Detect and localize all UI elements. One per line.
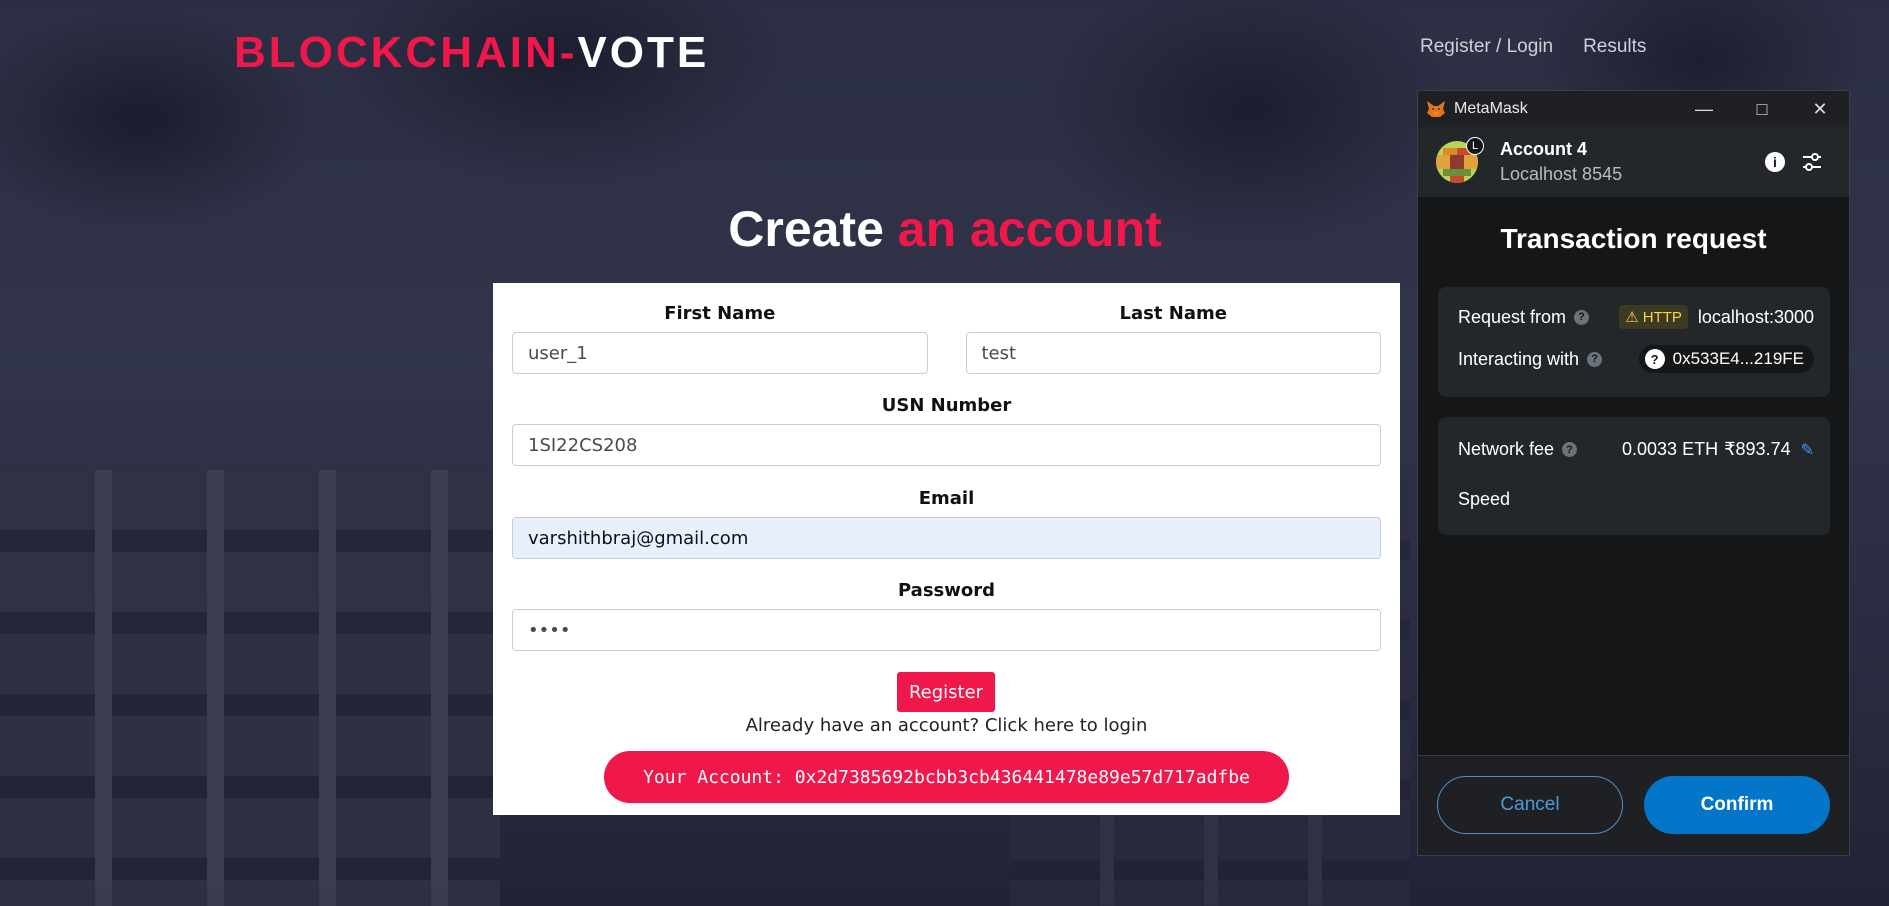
page-title-accent: an account (897, 201, 1162, 257)
login-link[interactable]: Already have an account? Click here to l… (493, 715, 1400, 736)
email-label: Email (918, 488, 975, 509)
network-fee-eth: 0.0033 ETH (1622, 439, 1719, 459)
transaction-request-heading: Transaction request (1500, 223, 1767, 254)
warning-icon: ⚠ (1625, 309, 1639, 326)
close-icon[interactable]: ✕ (1791, 91, 1849, 127)
password-group: Password (512, 580, 1381, 651)
password-label: Password (897, 580, 996, 601)
maximize-icon[interactable]: □ (1733, 91, 1791, 127)
interacting-with-row: Interacting with ? ? 0x533E4...219FE (1458, 345, 1814, 373)
top-nav: Register / Login Results (1420, 36, 1646, 58)
account-address-badge: Your Account: 0x2d7385692bcbb3cb43644147… (604, 751, 1289, 803)
first-name-input[interactable] (512, 332, 928, 374)
logo-part-vote: VOTE (577, 28, 710, 77)
request-from-help-icon[interactable]: ? (1574, 309, 1590, 325)
account-actions: i (1765, 151, 1823, 173)
http-warning-badge: ⚠ HTTP (1619, 305, 1688, 329)
metamask-account-header: L Account 4 Localhost 8545 i (1418, 127, 1849, 197)
email-input[interactable] (512, 517, 1381, 559)
request-details-box: Request from ? ⚠ HTTP localhost:3000 Int… (1438, 287, 1830, 397)
password-input[interactable] (512, 609, 1381, 651)
register-form-card: First Name Last Name USN Number Email Pa… (493, 283, 1400, 815)
usn-input[interactable] (512, 424, 1381, 466)
usn-group: USN Number (512, 395, 1381, 466)
http-badge-label: HTTP (1642, 308, 1682, 326)
interacting-with-help-icon[interactable]: ? (1587, 351, 1603, 367)
first-name-group: First Name (512, 303, 928, 374)
confirm-button[interactable]: Confirm (1644, 776, 1830, 834)
request-from-label: Request from (1458, 306, 1567, 327)
network-fee-help-icon[interactable]: ? (1562, 442, 1578, 457)
cancel-button[interactable]: Cancel (1437, 776, 1623, 834)
usn-label: USN Number (881, 395, 1012, 416)
request-from-value: localhost:3000 (1697, 306, 1814, 327)
metamask-window-title: MetaMask (1454, 100, 1528, 117)
email-group: Email (512, 488, 1381, 559)
metamask-fox-icon (1427, 101, 1445, 117)
network-fee-label: Network fee (1458, 439, 1555, 459)
page-title: Create an account (490, 200, 1400, 258)
network-badge: L (1466, 137, 1484, 155)
metamask-footer: Cancel Confirm (1418, 755, 1849, 855)
account-info: Account 4 Localhost 8545 (1500, 139, 1622, 185)
page-title-main: Create (728, 201, 884, 257)
info-icon[interactable]: i (1765, 152, 1785, 172)
nav-results[interactable]: Results (1583, 36, 1646, 58)
fee-details-box: Network fee ? 0.0033 ETH ₹893.74 ✎ Speed (1438, 417, 1830, 535)
network-fee-row: Network fee ? 0.0033 ETH ₹893.74 ✎ (1458, 439, 1814, 460)
first-name-label: First Name (664, 303, 776, 324)
last-name-label: Last Name (1119, 303, 1227, 324)
network-fee-fiat: ₹893.74 (1724, 439, 1791, 459)
account-name: Account 4 (1500, 139, 1588, 159)
name-row: First Name Last Name (512, 303, 1381, 374)
network-name: Localhost 8545 (1500, 164, 1623, 184)
contract-address: 0x533E4...219FE (1672, 349, 1804, 368)
edit-gas-icon[interactable]: ✎ (1801, 440, 1814, 460)
minimize-icon[interactable]: — (1675, 91, 1733, 127)
last-name-group: Last Name (965, 303, 1381, 374)
interacting-with-label: Interacting with (1458, 348, 1580, 369)
site-logo[interactable]: BLOCKCHAIN-VOTE (234, 28, 709, 78)
speed-label: Speed (1458, 489, 1511, 509)
metamask-window: MetaMask — □ ✕ L Account 4 Localhost 854… (1417, 90, 1850, 856)
contract-address-pill[interactable]: ? 0x533E4...219FE (1638, 345, 1814, 373)
advanced-settings-icon[interactable] (1801, 151, 1823, 173)
nav-register-login[interactable]: Register / Login (1420, 36, 1553, 58)
register-button[interactable]: Register (897, 672, 995, 712)
speed-row: Speed (1458, 489, 1814, 510)
unknown-contract-icon: ? (1644, 349, 1665, 369)
logo-part-blockchain: BLOCKCHAIN- (234, 28, 578, 77)
metamask-titlebar: MetaMask — □ ✕ (1418, 91, 1849, 127)
last-name-input[interactable] (965, 332, 1381, 374)
request-from-row: Request from ? ⚠ HTTP localhost:3000 (1458, 305, 1814, 329)
